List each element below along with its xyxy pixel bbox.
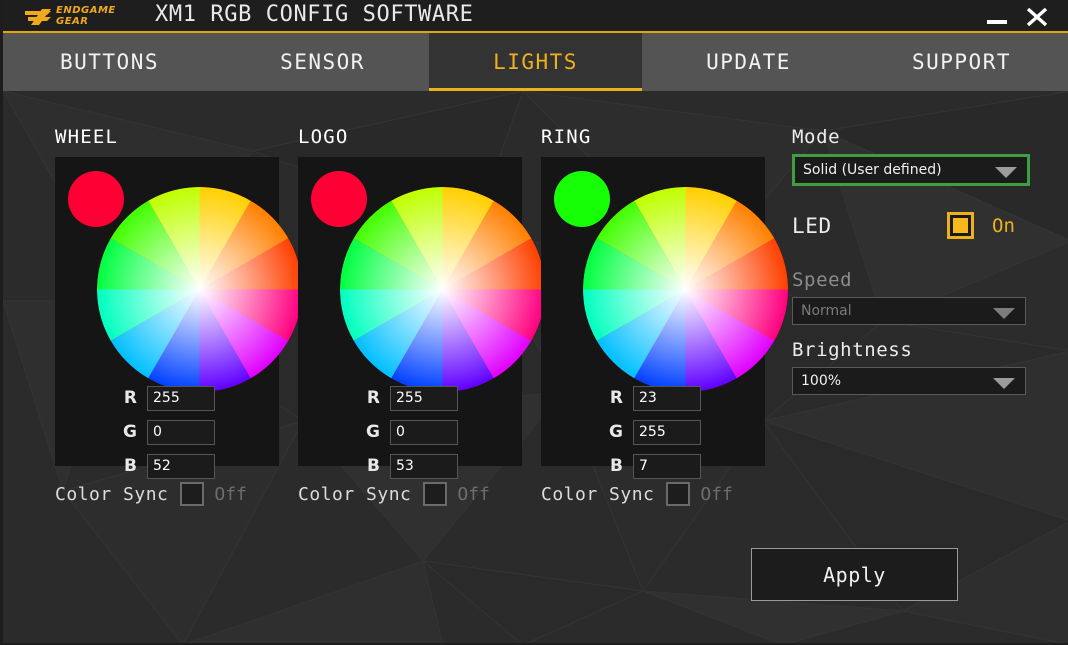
channel-wheel: WHEEL R 255 G 0 B 52 Color Sync Off: [55, 126, 302, 506]
close-button[interactable]: [1020, 0, 1054, 33]
page-title: XM1 RGB CONFIG SOFTWARE: [155, 2, 474, 27]
rgb-row-g-ring: G: [541, 415, 765, 449]
input-g-wheel[interactable]: [147, 419, 215, 445]
channel-box-ring: R G B: [541, 157, 788, 479]
channel-box-logo: R G B: [298, 157, 545, 479]
color-wheel-picker-wheel[interactable]: [97, 187, 302, 392]
color-sync-state-wheel: Off: [214, 483, 247, 505]
rgb-row-r-ring: R: [541, 381, 765, 415]
color-sync-checkbox-ring[interactable]: [666, 482, 691, 506]
rgb-row-b-logo: B: [298, 449, 522, 483]
color-wheel-picker-logo[interactable]: [340, 187, 545, 392]
minimize-button[interactable]: [980, 0, 1014, 33]
label-b-logo: B: [367, 456, 380, 476]
logo-line-1: ENDGAME: [56, 5, 116, 16]
chevron-down-icon: [995, 167, 1017, 178]
input-b-ring[interactable]: [633, 453, 701, 479]
color-preview-swatch-ring: [554, 171, 610, 227]
channel-title-ring: RING: [541, 126, 592, 148]
mode-value: Solid (User defined): [803, 162, 942, 178]
rgb-row-r-wheel: R: [55, 381, 279, 415]
channel-logo: LOGO R 255 G 0 B 53 Color Sync Off: [298, 126, 545, 506]
color-sync-state-logo: Off: [457, 483, 490, 505]
tab-update[interactable]: UPDATE: [642, 33, 855, 91]
input-b-wheel[interactable]: [147, 453, 215, 479]
rgb-inputs-wheel: R G B: [55, 381, 279, 483]
label-r-wheel: R: [123, 388, 137, 408]
speed-label: Speed: [792, 269, 853, 291]
title-bar: ENDGAME GEAR XM1 RGB CONFIG SOFTWARE: [3, 0, 1068, 33]
rgb-row-g-wheel: G: [55, 415, 279, 449]
endgame-logo-mark: [25, 9, 51, 25]
channel-title-wheel: WHEEL: [55, 126, 119, 148]
close-icon: [1026, 7, 1048, 27]
mode-label: Mode: [792, 126, 841, 148]
color-sync-label-logo: Color Sync: [298, 483, 412, 505]
chevron-down-icon: [993, 378, 1015, 389]
speed-dropdown[interactable]: Normal: [792, 297, 1026, 325]
rgb-row-b-wheel: B: [55, 449, 279, 483]
color-wheel-picker-ring[interactable]: [583, 187, 788, 392]
color-preview-swatch-wheel: [68, 171, 124, 227]
input-b-logo[interactable]: [390, 453, 458, 479]
color-sync-label-ring: Color Sync: [541, 483, 655, 505]
channel-title-logo: LOGO: [298, 126, 349, 148]
color-sync-state-ring: Off: [700, 483, 733, 505]
endgame-gear-logo: ENDGAME GEAR: [25, 5, 137, 29]
led-row: LED On: [792, 212, 1032, 239]
checkbox-filled-icon: [953, 218, 968, 233]
label-b-ring: B: [610, 456, 623, 476]
minimize-icon: [987, 20, 1007, 24]
label-b-wheel: B: [124, 456, 137, 476]
color-preview-swatch-logo: [311, 171, 367, 227]
input-r-logo[interactable]: [390, 385, 458, 411]
rgb-inputs-logo: R G B: [298, 381, 522, 483]
label-g-logo: G: [366, 422, 380, 442]
input-g-ring[interactable]: [633, 419, 701, 445]
brightness-label: Brightness: [792, 339, 913, 361]
tab-support[interactable]: SUPPORT: [855, 33, 1068, 91]
channel-ring: RING R 23 G 255 B 7 Color Sync Off: [541, 126, 788, 506]
label-r-ring: R: [609, 388, 623, 408]
rgb-row-r-logo: R: [298, 381, 522, 415]
chevron-down-icon: [993, 308, 1015, 319]
tab-buttons[interactable]: BUTTONS: [3, 33, 216, 91]
led-checkbox[interactable]: [947, 212, 974, 239]
input-r-ring[interactable]: [633, 385, 701, 411]
rgb-inputs-ring: R G B: [541, 381, 765, 483]
tab-sensor[interactable]: SENSOR: [216, 33, 429, 91]
endgame-logo-text: ENDGAME GEAR: [56, 5, 116, 27]
color-sync-row-ring: Color Sync Off: [541, 482, 765, 506]
tab-lights[interactable]: LIGHTS: [429, 33, 642, 91]
tab-bar: BUTTONS SENSOR LIGHTS UPDATE SUPPORT: [3, 33, 1068, 91]
input-r-wheel[interactable]: [147, 385, 215, 411]
rgb-row-b-ring: B: [541, 449, 765, 483]
channel-box-wheel: R G B: [55, 157, 302, 479]
label-g-ring: G: [609, 422, 623, 442]
apply-button[interactable]: Apply: [751, 548, 958, 601]
brightness-dropdown[interactable]: 100%: [792, 367, 1026, 395]
color-sync-row-logo: Color Sync Off: [298, 482, 522, 506]
color-sync-checkbox-logo[interactable]: [423, 482, 448, 506]
color-sync-row-wheel: Color Sync Off: [55, 482, 279, 506]
led-label: LED: [792, 213, 832, 238]
logo-line-2: GEAR: [56, 16, 89, 27]
mode-dropdown[interactable]: Solid (User defined): [792, 154, 1030, 186]
lighting-settings-panel: Mode Solid (User defined) LED On Speed N…: [792, 126, 1032, 395]
application-window: ENDGAME GEAR XM1 RGB CONFIG SOFTWARE BUT…: [0, 0, 1068, 645]
label-g-wheel: G: [123, 422, 137, 442]
speed-value: Normal: [801, 303, 852, 319]
rgb-row-g-logo: G: [298, 415, 522, 449]
label-r-logo: R: [366, 388, 380, 408]
color-sync-checkbox-wheel[interactable]: [180, 482, 205, 506]
led-state: On: [992, 214, 1015, 237]
color-sync-label-wheel: Color Sync: [55, 483, 169, 505]
brightness-value: 100%: [801, 373, 842, 389]
input-g-logo[interactable]: [390, 419, 458, 445]
